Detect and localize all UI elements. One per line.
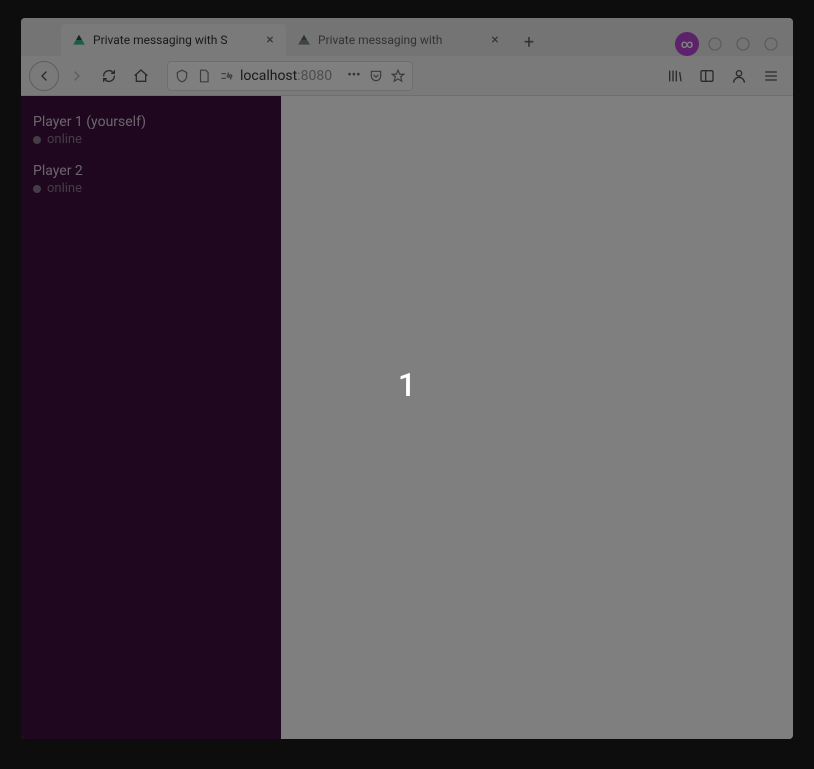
user-name: Player 1 (yourself) (33, 114, 269, 130)
chat-panel (281, 96, 793, 739)
extension-icon[interactable] (703, 32, 727, 56)
vue-favicon (71, 32, 87, 48)
sidebar-toggle-icon[interactable] (693, 62, 721, 90)
close-icon[interactable]: × (262, 32, 278, 48)
shield-icon (174, 68, 190, 84)
tab-title: Private messaging with (318, 33, 481, 47)
permissions-icon (218, 68, 234, 84)
status-dot-icon (33, 185, 41, 193)
pocket-icon[interactable] (368, 68, 384, 84)
user-item-self[interactable]: Player 1 (yourself) online (21, 106, 281, 155)
library-icon[interactable] (661, 62, 689, 90)
new-tab-button[interactable]: + (515, 28, 543, 56)
tab-inactive[interactable]: Private messaging with × (286, 24, 511, 56)
toolbar: localhost:8080 ••• (21, 56, 793, 96)
url-text: localhost:8080 (240, 68, 340, 84)
forward-button[interactable] (63, 62, 91, 90)
status-dot-icon (33, 136, 41, 144)
tab-title: Private messaging with S (93, 33, 256, 47)
more-icon[interactable]: ••• (346, 68, 362, 84)
user-status: online (33, 181, 269, 196)
tab-active[interactable]: Private messaging with S × (61, 24, 286, 56)
vue-favicon (296, 32, 312, 48)
close-icon[interactable]: × (487, 32, 503, 48)
overlay-number: 1 (398, 366, 416, 404)
menu-icon[interactable] (757, 62, 785, 90)
home-button[interactable] (127, 62, 155, 90)
reload-button[interactable] (95, 62, 123, 90)
user-status: online (33, 132, 269, 147)
page-icon (196, 68, 212, 84)
back-button[interactable] (29, 61, 59, 91)
extension-icon[interactable] (759, 32, 783, 56)
extension-icon[interactable] (731, 32, 755, 56)
tab-strip: Private messaging with S × Private messa… (21, 18, 793, 56)
bookmark-icon[interactable] (390, 68, 406, 84)
user-name: Player 2 (33, 163, 269, 179)
user-item[interactable]: Player 2 online (21, 155, 281, 204)
players-sidebar: Player 1 (yourself) online Player 2 onli… (21, 96, 281, 739)
account-icon[interactable] (725, 62, 753, 90)
content-area: Player 1 (yourself) online Player 2 onli… (21, 96, 793, 739)
url-bar[interactable]: localhost:8080 ••• (167, 61, 413, 91)
extension-mask-icon[interactable]: ∞ (675, 32, 699, 56)
